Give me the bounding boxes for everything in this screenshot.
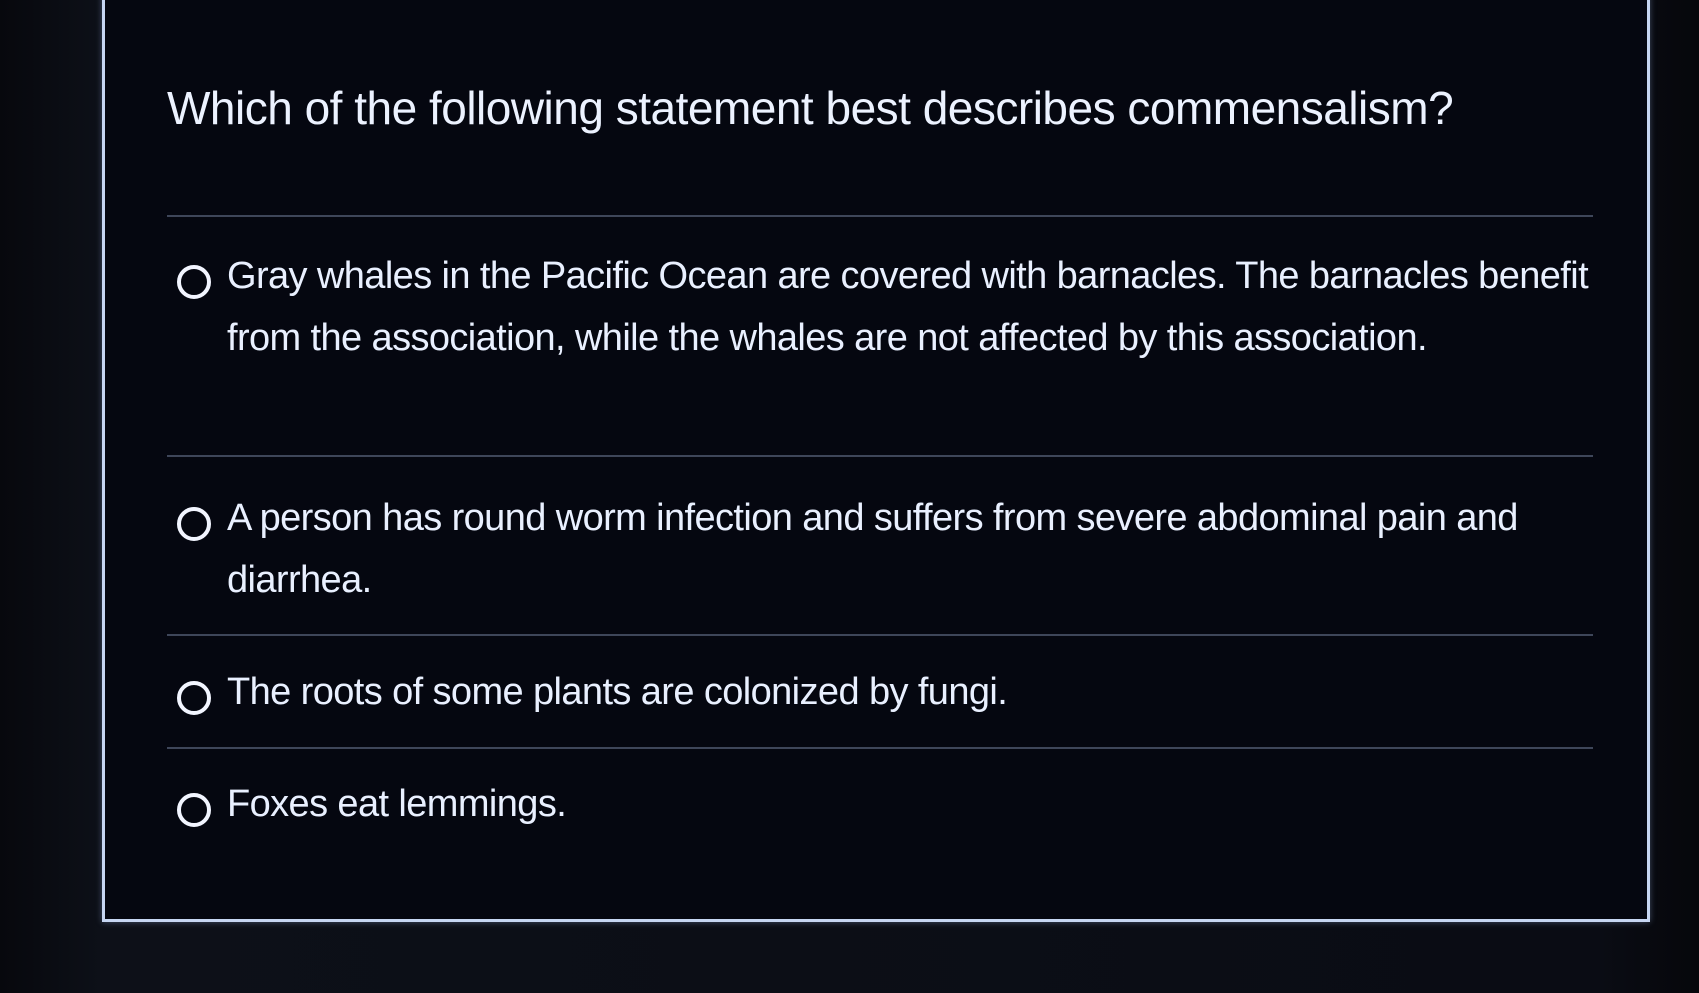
- divider: [167, 455, 1593, 457]
- answer-option-label: Foxes eat lemmings.: [227, 783, 567, 825]
- screen: Which of the following statement best de…: [0, 0, 1699, 993]
- answer-option-4[interactable]: Foxes eat lemmings.: [177, 773, 1597, 835]
- answer-option-3[interactable]: The roots of some plants are colonized b…: [177, 661, 1597, 723]
- question-card: Which of the following statement best de…: [102, 0, 1650, 922]
- answer-option-label: The roots of some plants are colonized b…: [227, 671, 1008, 713]
- radio-button-icon[interactable]: [177, 793, 211, 827]
- radio-button-icon[interactable]: [177, 507, 211, 541]
- divider: [167, 215, 1593, 217]
- answer-option-1[interactable]: Gray whales in the Pacific Ocean are cov…: [177, 245, 1597, 369]
- divider: [167, 634, 1593, 636]
- divider: [167, 747, 1593, 749]
- radio-button-icon[interactable]: [177, 681, 211, 715]
- radio-button-icon[interactable]: [177, 265, 211, 299]
- answer-option-label: A person has round worm infection and su…: [227, 497, 1518, 601]
- question-text: Which of the following statement best de…: [167, 82, 1454, 134]
- answer-option-label: Gray whales in the Pacific Ocean are cov…: [227, 255, 1589, 359]
- answer-option-2[interactable]: A person has round worm infection and su…: [177, 487, 1597, 611]
